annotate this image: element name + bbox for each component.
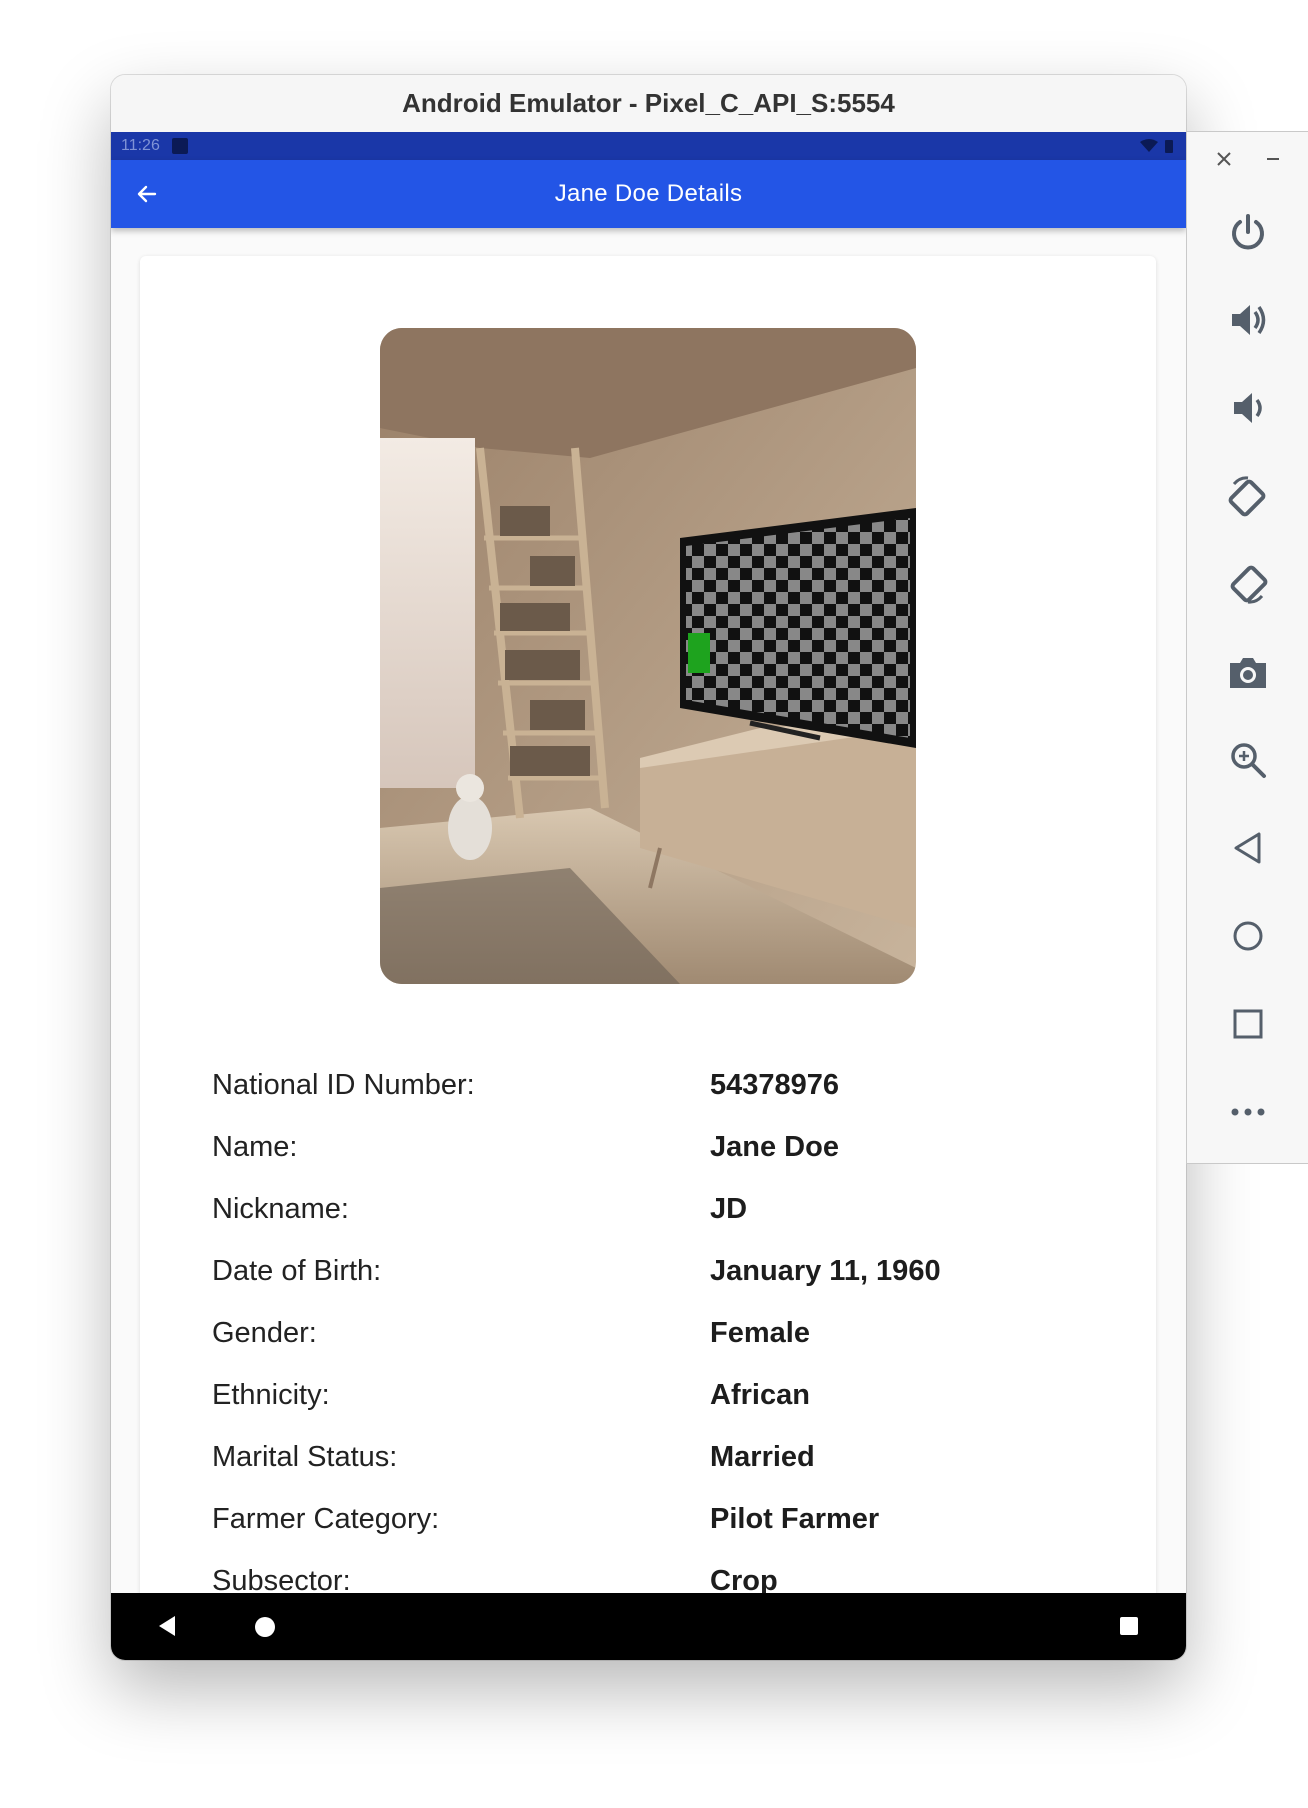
detail-value: African <box>710 1378 810 1411</box>
detail-label: Marital Status: <box>212 1440 398 1473</box>
overview-icon[interactable] <box>1187 980 1308 1068</box>
detail-label: Farmer Category: <box>212 1502 440 1535</box>
detail-row: Nickname: JD <box>212 1178 1112 1240</box>
detail-label: Nickname: <box>212 1192 349 1225</box>
detail-row: Farmer Category: Pilot Farmer <box>212 1488 1112 1550</box>
nav-home-icon[interactable] <box>255 1617 275 1637</box>
close-icon[interactable] <box>1216 147 1232 173</box>
detail-row: Name: Jane Doe <box>212 1116 1112 1178</box>
emulator-window: Android Emulator - Pixel_C_API_S:5554 11… <box>111 75 1186 1660</box>
details-card: National ID Number: 54378976 Name: Jane … <box>140 256 1156 1656</box>
more-icon[interactable] <box>1187 1068 1308 1156</box>
detail-label: Gender: <box>212 1316 317 1349</box>
window-title: Android Emulator - Pixel_C_API_S:5554 <box>402 88 895 118</box>
detail-label: National ID Number: <box>212 1068 475 1101</box>
device-screen: 11:26 Jane Doe Details National ID Numbe… <box>111 132 1186 1660</box>
volume-down-icon[interactable] <box>1187 364 1308 452</box>
status-time: 11:26 <box>121 137 160 154</box>
detail-value: Jane Doe <box>710 1130 839 1163</box>
volume-up-icon[interactable] <box>1187 276 1308 364</box>
toolbar-window-controls <box>1187 132 1308 188</box>
system-nav-bar <box>111 1593 1186 1660</box>
camera-icon[interactable] <box>1187 628 1308 716</box>
status-bar: 11:26 <box>111 132 1186 160</box>
notification-icon <box>171 138 188 154</box>
back-arrow-icon[interactable] <box>131 178 163 210</box>
detail-value: Married <box>710 1440 815 1473</box>
back-icon[interactable] <box>1187 804 1308 892</box>
rotate-left-icon[interactable] <box>1187 452 1308 540</box>
minimize-icon[interactable] <box>1265 147 1281 173</box>
window-titlebar: Android Emulator - Pixel_C_API_S:5554 <box>111 75 1186 133</box>
zoom-icon[interactable] <box>1187 716 1308 804</box>
details-list: National ID Number: 54378976 Name: Jane … <box>212 1054 1112 1612</box>
detail-value: January 11, 1960 <box>710 1254 941 1287</box>
rotate-right-icon[interactable] <box>1187 540 1308 628</box>
detail-value: Pilot Farmer <box>710 1502 880 1535</box>
detail-label: Ethnicity: <box>212 1378 330 1411</box>
power-icon[interactable] <box>1187 188 1308 276</box>
status-icons <box>1140 139 1174 154</box>
detail-value: 54378976 <box>710 1068 840 1101</box>
wifi-icon <box>1140 139 1158 152</box>
page-title: Jane Doe Details <box>554 180 743 207</box>
home-icon[interactable] <box>1187 892 1308 980</box>
detail-row: Date of Birth: January 11, 1960 <box>212 1240 1112 1302</box>
detail-row: National ID Number: 54378976 <box>212 1054 1112 1116</box>
battery-icon <box>1165 139 1173 153</box>
detail-label: Name: <box>212 1130 298 1163</box>
detail-label: Date of Birth: <box>212 1254 382 1287</box>
detail-value: Female <box>710 1316 810 1349</box>
detail-row: Marital Status: Married <box>212 1426 1112 1488</box>
detail-row: Ethnicity: African <box>212 1364 1112 1426</box>
app-bar: Jane Doe Details <box>111 160 1186 228</box>
nav-recents-icon[interactable] <box>1120 1617 1138 1635</box>
detail-row: Gender: Female <box>212 1302 1112 1364</box>
detail-value: JD <box>710 1192 748 1225</box>
farmer-photo <box>380 328 916 984</box>
nav-back-icon[interactable] <box>157 1615 177 1637</box>
emulator-toolbar <box>1186 131 1308 1164</box>
